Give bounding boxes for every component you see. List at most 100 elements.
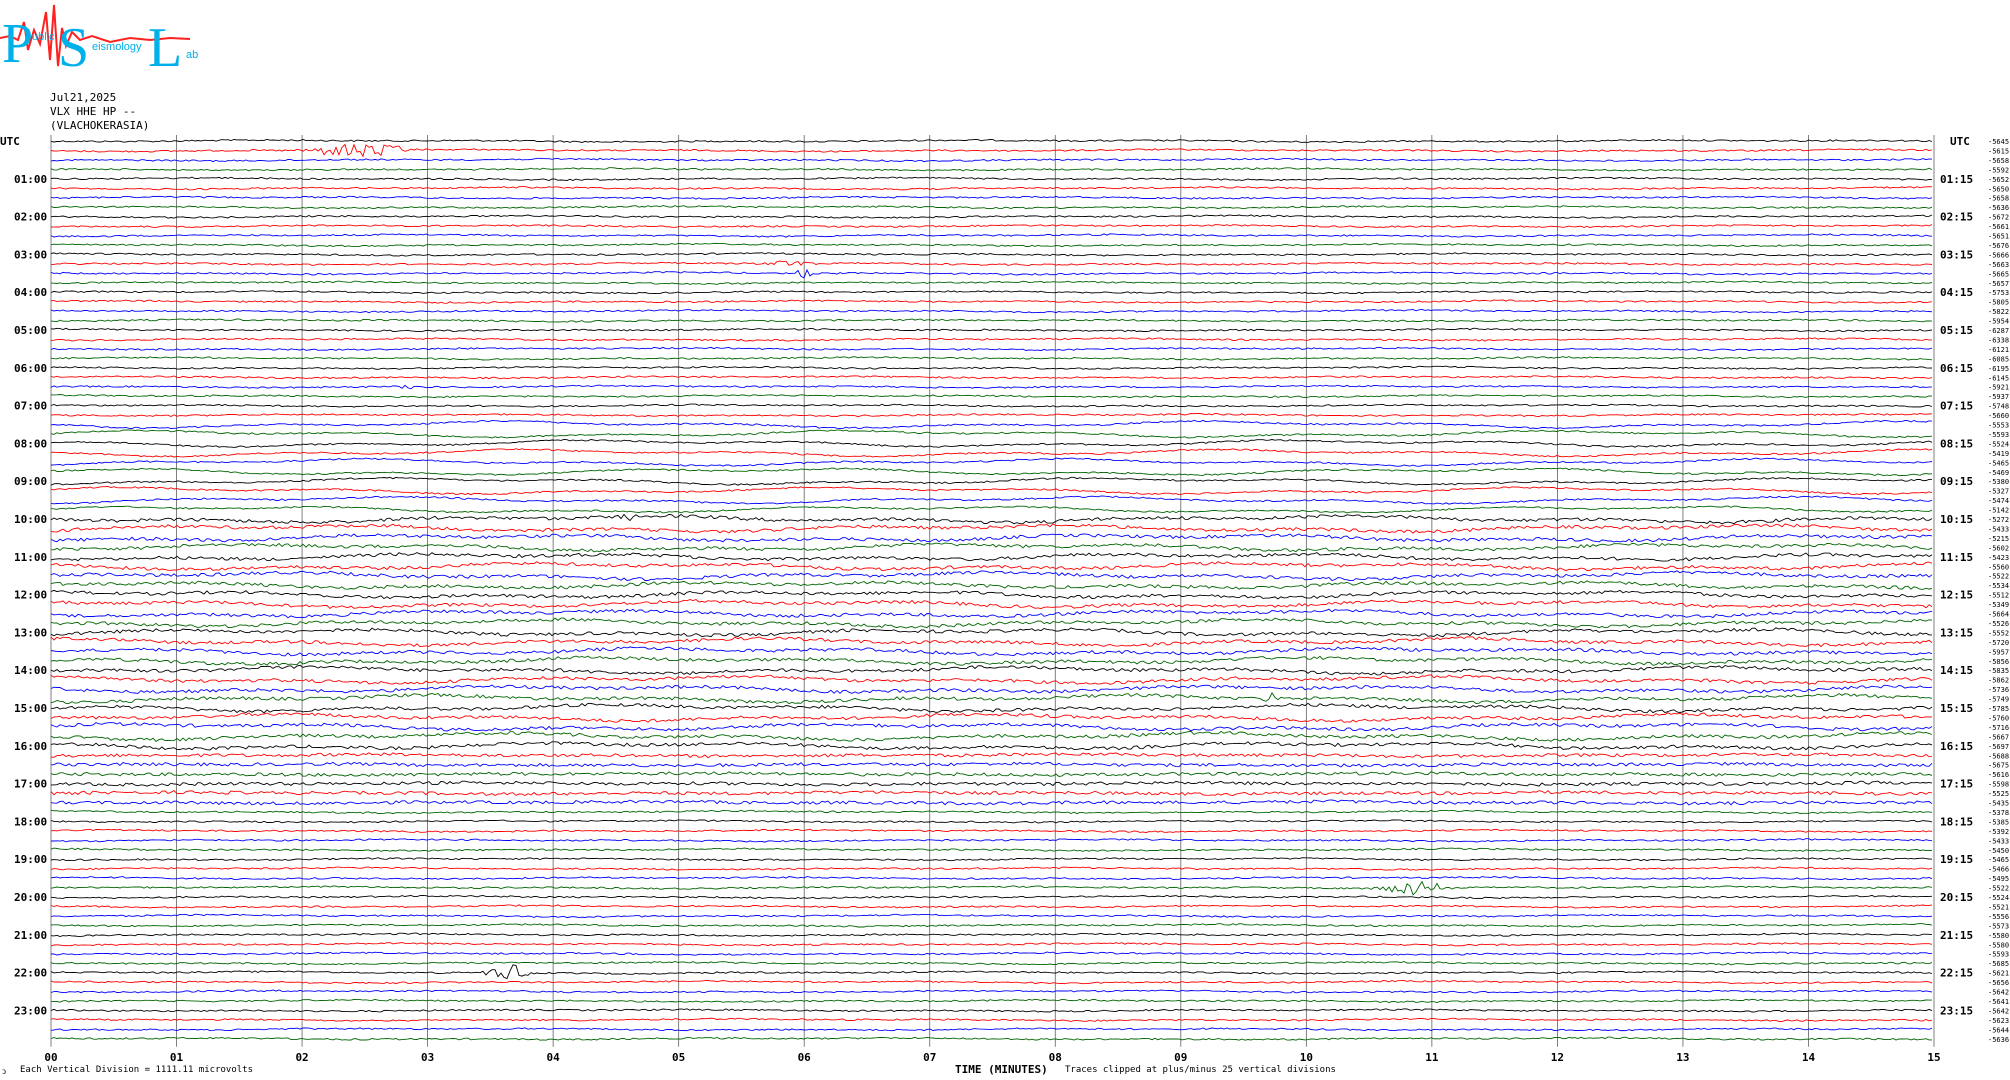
trace-line <box>50 290 1933 295</box>
trace-line <box>50 224 1933 229</box>
hour-label-right: 10:15 <box>1940 513 1973 526</box>
hour-label-right: 17:15 <box>1940 778 1973 791</box>
trace-offset-label: -6085 <box>1988 355 2009 363</box>
trace-line <box>50 186 1933 191</box>
trace-line <box>50 167 1933 172</box>
trace-offset-label: -5672 <box>1988 214 2009 222</box>
trace-offset-label: -5495 <box>1988 875 2009 883</box>
trace-offset-label: -5615 <box>1988 147 2009 155</box>
trace-line <box>50 413 1933 418</box>
trace-line <box>51 838 1933 843</box>
trace-offset-label: -5760 <box>1988 714 2009 722</box>
clip-note: Traces clipped at plus/minus 25 vertical… <box>1065 1065 1336 1075</box>
x-tick-label-09: 09 <box>1174 1051 1187 1064</box>
trace-line <box>50 964 1933 980</box>
trace-line <box>50 598 1933 609</box>
scale-note: Each Vertical Division = 1111.11 microvo… <box>20 1065 253 1075</box>
trace-line <box>50 486 1933 496</box>
trace-line <box>50 365 1933 370</box>
hour-label-right: 03:15 <box>1940 248 1973 261</box>
trace-offset-label: -5921 <box>1988 384 2009 392</box>
trace-line <box>50 961 1933 966</box>
trace-line <box>50 819 1933 824</box>
hour-label-right: 22:15 <box>1940 967 1973 980</box>
trace-line <box>50 923 1933 928</box>
trace-line <box>50 157 1933 163</box>
trace-line <box>50 394 1933 399</box>
trace-offset-label: -5602 <box>1988 544 2009 552</box>
trace-line <box>50 741 1933 751</box>
x-axis-label: TIME (MINUTES) <box>955 1063 1048 1076</box>
trace-line <box>50 942 1933 947</box>
x-tick-label-11: 11 <box>1425 1051 1439 1064</box>
trace-offset-label: -6121 <box>1988 346 2009 354</box>
trace-line <box>50 913 1933 919</box>
trace-offset-label: -5675 <box>1988 762 2009 770</box>
trace-offset-label: -5378 <box>1988 809 2009 817</box>
trace-line <box>50 242 1933 248</box>
trace-offset-label: -6287 <box>1988 327 2009 335</box>
trace-line <box>50 712 1933 723</box>
hour-label-right: 02:15 <box>1940 211 1973 224</box>
trace-line <box>50 989 1933 994</box>
hour-label-left: 06:00 <box>14 362 47 375</box>
trace-line <box>50 589 1933 600</box>
hour-label-right: 13:15 <box>1940 626 1973 639</box>
hour-label-left: 10:00 <box>14 513 47 526</box>
trace-line <box>50 608 1933 619</box>
trace-offset-label: -5466 <box>1988 866 2009 874</box>
trace-line <box>50 523 1933 534</box>
trace-offset-label: -5785 <box>1988 705 2009 713</box>
x-tick-label-02: 02 <box>295 1051 308 1064</box>
trace-offset-label: -5642 <box>1988 1007 2009 1015</box>
hour-label-right: 01:15 <box>1940 173 1973 186</box>
trace-line <box>50 384 1933 390</box>
trace-offset-label: -5676 <box>1988 242 2009 250</box>
hour-label-right: 12:15 <box>1940 589 1973 602</box>
trace-offset-label: -5666 <box>1988 251 2009 259</box>
trace-offset-label: -5142 <box>1988 507 2009 515</box>
trace-line <box>50 752 1933 759</box>
trace-offset-label: -5349 <box>1988 601 2009 609</box>
trace-offset-label: -5419 <box>1988 450 2009 458</box>
trace-line <box>50 674 1933 685</box>
trace-offset-label: -5524 <box>1988 440 2009 448</box>
x-tick-label-12: 12 <box>1551 1051 1564 1064</box>
trace-offset-label: -5636 <box>1988 204 2009 212</box>
trace-line <box>50 1017 1933 1022</box>
trace-line <box>50 847 1933 852</box>
hour-label-left: 18:00 <box>14 815 47 828</box>
trace-line <box>50 495 1933 505</box>
grid-lines <box>50 135 1935 1047</box>
trace-offset-label: -5856 <box>1988 658 2009 666</box>
trace-offset-label: -5526 <box>1988 620 2009 628</box>
trace-offset-label: -5593 <box>1988 431 2009 439</box>
hour-label-right: 14:15 <box>1940 664 1973 677</box>
x-tick-label-08: 08 <box>1049 1051 1062 1064</box>
trace-line <box>50 721 1933 732</box>
trace-offset-label: -5580 <box>1988 932 2009 940</box>
trace-offset-label: -5522 <box>1988 885 2009 893</box>
trace-line <box>50 176 1933 181</box>
trace-line <box>50 476 1933 486</box>
trace-offset-label: -5469 <box>1988 469 2009 477</box>
trace-line <box>50 1036 1932 1041</box>
trace-line <box>50 195 1933 200</box>
hour-label-right: 19:15 <box>1940 853 1973 866</box>
trace-line <box>50 337 1933 342</box>
trace-offset-label: -5556 <box>1988 913 2009 921</box>
trace-offset-label: -5720 <box>1988 639 2009 647</box>
trace-offset-label: -5450 <box>1988 847 2009 855</box>
trace-offset-label: -5553 <box>1988 422 2009 430</box>
x-tick-label-07: 07 <box>923 1051 936 1064</box>
trace-line <box>50 457 1933 467</box>
x-tick-label-03: 03 <box>421 1051 434 1064</box>
hour-label-left: 05:00 <box>14 324 47 337</box>
trace-offset-label: -5656 <box>1988 979 2009 987</box>
trace-line <box>50 513 1933 525</box>
trace-line <box>50 570 1933 582</box>
trace-offset-label: -5697 <box>1988 743 2009 751</box>
trace-line <box>50 857 1933 862</box>
trace-offset-label: -5385 <box>1988 818 2009 826</box>
trace-line <box>50 448 1933 458</box>
